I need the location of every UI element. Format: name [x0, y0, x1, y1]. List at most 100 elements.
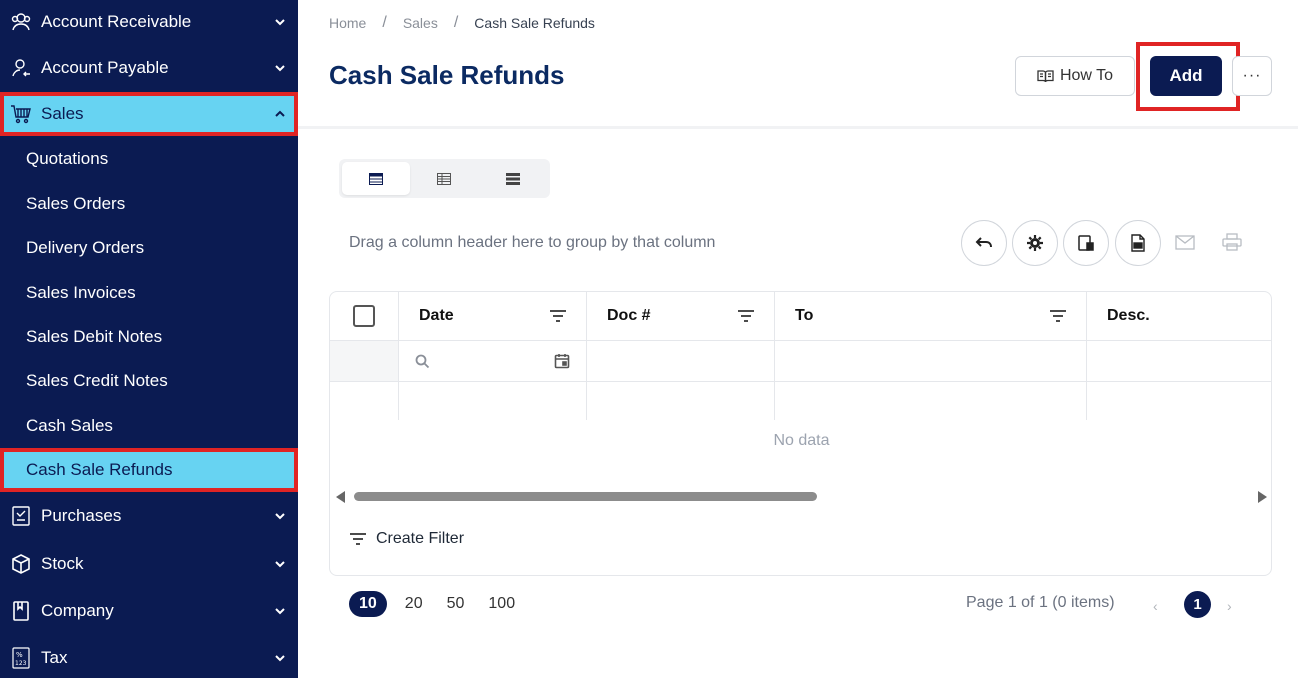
calendar-icon[interactable] [554, 353, 570, 369]
nav-label: Purchases [41, 506, 122, 525]
sub-item-sales-invoices[interactable]: Sales Invoices [0, 273, 298, 313]
sub-item-label: Delivery Orders [26, 238, 145, 257]
svg-text:123: 123 [15, 660, 27, 667]
create-filter-label: Create Filter [376, 530, 465, 547]
svg-text:%: % [16, 651, 23, 659]
settings-button[interactable] [1012, 220, 1058, 266]
nav-company[interactable]: Company [0, 589, 298, 633]
page-size-selector: 10 20 50 100 [349, 591, 521, 617]
sub-item-label: Sales Credit Notes [26, 371, 168, 390]
add-button[interactable]: Add [1150, 56, 1222, 96]
sub-item-sales-orders[interactable]: Sales Orders [0, 184, 298, 224]
export-excel-button[interactable] [1115, 220, 1161, 266]
next-page-button[interactable]: › [1227, 598, 1232, 614]
sub-item-cash-sales[interactable]: Cash Sales [0, 406, 298, 446]
open-book-icon [1037, 70, 1054, 83]
page-title: Cash Sale Refunds [329, 60, 565, 90]
nav-account-receivable[interactable]: Account Receivable [0, 0, 298, 44]
how-to-button[interactable]: How To [1015, 56, 1135, 96]
users-icon [10, 11, 32, 33]
nav-label: Account Receivable [41, 12, 192, 31]
view-list-button[interactable] [479, 162, 547, 195]
sub-item-sales-credit-notes[interactable]: Sales Credit Notes [0, 361, 298, 401]
horizontal-scrollbar[interactable] [330, 487, 1271, 505]
group-by-hint: Drag a column header here to group by th… [349, 234, 716, 251]
chevron-down-icon [275, 65, 285, 72]
breadcrumb-current: Cash Sale Refunds [474, 15, 595, 31]
page-info: Page 1 of 1 (0 items) [966, 594, 1115, 611]
prev-page-button[interactable]: ‹ [1153, 598, 1158, 614]
sub-item-quotations[interactable]: Quotations [0, 139, 298, 179]
no-data-message: No data [773, 432, 830, 449]
nav-sales[interactable]: Sales [0, 92, 298, 136]
email-button[interactable] [1173, 230, 1197, 254]
body-col-divider [775, 382, 1087, 420]
column-chooser-button[interactable] [1063, 220, 1109, 266]
sub-item-label: Sales Debit Notes [26, 327, 163, 346]
purchases-icon [10, 505, 32, 527]
page-number-1[interactable]: 1 [1184, 591, 1211, 618]
nav-tax[interactable]: % 123 Tax [0, 636, 298, 680]
sidebar: Account Receivable Account Payable Sales… [0, 0, 298, 678]
view-grid-button[interactable] [342, 162, 411, 195]
scroll-right-arrow[interactable] [1258, 491, 1267, 503]
breadcrumb-sales[interactable]: Sales [403, 15, 438, 31]
to-filter-cell[interactable] [775, 341, 1087, 381]
view-toggle [339, 159, 550, 198]
tax-icon: % 123 [10, 647, 32, 669]
scroll-left-arrow[interactable] [336, 491, 345, 503]
printer-icon [1222, 233, 1242, 251]
nav-stock[interactable]: Stock [0, 542, 298, 586]
chevron-down-icon [275, 608, 285, 615]
filter-icon[interactable] [550, 310, 566, 322]
sub-item-cash-sale-refunds[interactable]: Cash Sale Refunds [0, 448, 298, 492]
sub-item-label: Cash Sales [26, 416, 113, 435]
page-size-10[interactable]: 10 [349, 591, 387, 617]
print-button[interactable] [1220, 230, 1244, 254]
sub-item-delivery-orders[interactable]: Delivery Orders [0, 228, 298, 268]
select-all-cell [330, 292, 399, 340]
select-all-checkbox[interactable] [353, 305, 375, 327]
breadcrumb-home[interactable]: Home [329, 15, 366, 31]
nav-label: Tax [41, 648, 68, 667]
scrollbar-thumb[interactable] [354, 492, 817, 501]
sub-item-label: Quotations [26, 149, 109, 168]
chevron-up-icon [275, 110, 285, 117]
chevron-down-icon [275, 513, 285, 520]
filter-icon[interactable] [738, 310, 754, 322]
nav-account-payable[interactable]: Account Payable [0, 46, 298, 90]
sub-item-label: Cash Sale Refunds [26, 460, 173, 479]
desc-filter-cell[interactable] [1087, 341, 1271, 381]
sub-item-label: Sales Orders [26, 194, 126, 213]
table-compact-icon [437, 172, 452, 185]
date-filter-cell[interactable] [399, 341, 587, 381]
table-view-icon [369, 172, 384, 185]
more-options-button[interactable]: ··· [1232, 56, 1272, 96]
header-divider [298, 126, 1298, 129]
breadcrumb-separator: / [453, 14, 459, 31]
column-label: Desc. [1107, 307, 1150, 324]
nav-purchases[interactable]: Purchases [0, 494, 298, 538]
undo-icon [975, 237, 992, 248]
sub-item-sales-debit-notes[interactable]: Sales Debit Notes [0, 317, 298, 357]
view-compact-button[interactable] [410, 162, 478, 195]
page-size-20[interactable]: 20 [399, 591, 429, 617]
column-label: Doc # [607, 307, 651, 324]
column-header-date[interactable]: Date [399, 292, 587, 340]
body-col-divider [330, 382, 399, 420]
chevron-down-icon [275, 655, 285, 662]
column-header-to[interactable]: To [775, 292, 1087, 340]
page-size-100[interactable]: 100 [482, 591, 521, 617]
create-filter-button[interactable]: Create Filter [350, 530, 464, 548]
chevron-down-icon [275, 19, 285, 26]
column-label: To [795, 307, 814, 324]
search-icon [415, 354, 430, 369]
doc-filter-cell[interactable] [587, 341, 775, 381]
column-header-desc[interactable]: Desc. [1087, 292, 1271, 340]
nav-label: Account Payable [41, 58, 169, 77]
column-header-doc-no[interactable]: Doc # [587, 292, 775, 340]
page-size-50[interactable]: 50 [441, 591, 471, 617]
undo-button[interactable] [961, 220, 1007, 266]
chevron-down-icon [275, 561, 285, 568]
filter-icon[interactable] [1050, 310, 1066, 322]
